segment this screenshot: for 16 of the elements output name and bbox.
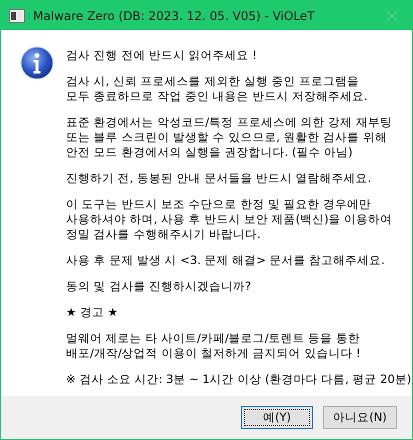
message-text: 진행하기 전, 동봉된 안내 문서들을 반드시 열람해주세요. [66,171,372,186]
message-text: 검사 진행 전에 반드시 읽어주세요 ! [66,48,258,63]
message-text: ※ 검사 소요 시간: 3분 ~ 1시간 이상 (환경마다 다름, 평균 20분) [66,372,412,387]
no-button[interactable]: 아니요(N) [323,406,397,429]
yes-button[interactable]: 예(Y) [241,406,313,429]
info-icon [20,46,54,80]
message-text: ★ 경고 ★ [66,305,119,320]
app-icon [9,8,25,22]
window-title: Malware Zero (DB: 2023. 12. 05. V05) - ViOLeT [33,8,316,22]
message-text: 이 도구는 반드시 보조 수단으로 한정 및 필요한 경우에만 사용하셔야 하며, 사용 후 반드시 보안 제품(백신)을 이용하여 정밀 검사를 수행해주시기 바랍니다. [66,197,394,242]
message-text: 검사 시, 신뢰 프로세스를 제외한 실행 중인 프로그램을 모두 종료하므로 작업 중인 내용은 반드시 저장해주세요. [66,74,369,104]
message-text: 멀웨어 제로는 타 사이트/카페/블로그/토렌트 등을 통한 배포/개작/상업적 이용이 철저하게 금지되어 있습니다 ! [66,331,362,361]
close-icon[interactable] [386,10,398,22]
message-text: 사용 후 문제 발생 시 <3. 문제 해결> 문서를 참고해주세요. [66,253,386,268]
message-text: 동의 및 검사를 진행하시겠습니까? [66,279,252,294]
message-text: 표준 환경에서는 악성코드/특정 프로세스에 의한 강제 재부팅 또는 블루 스크린이 발생할 수 있으므로, 원활한 검사를 위해 안전 모드 환경에서의 실행을 권장합니다. (필수 아님) [66,115,393,160]
